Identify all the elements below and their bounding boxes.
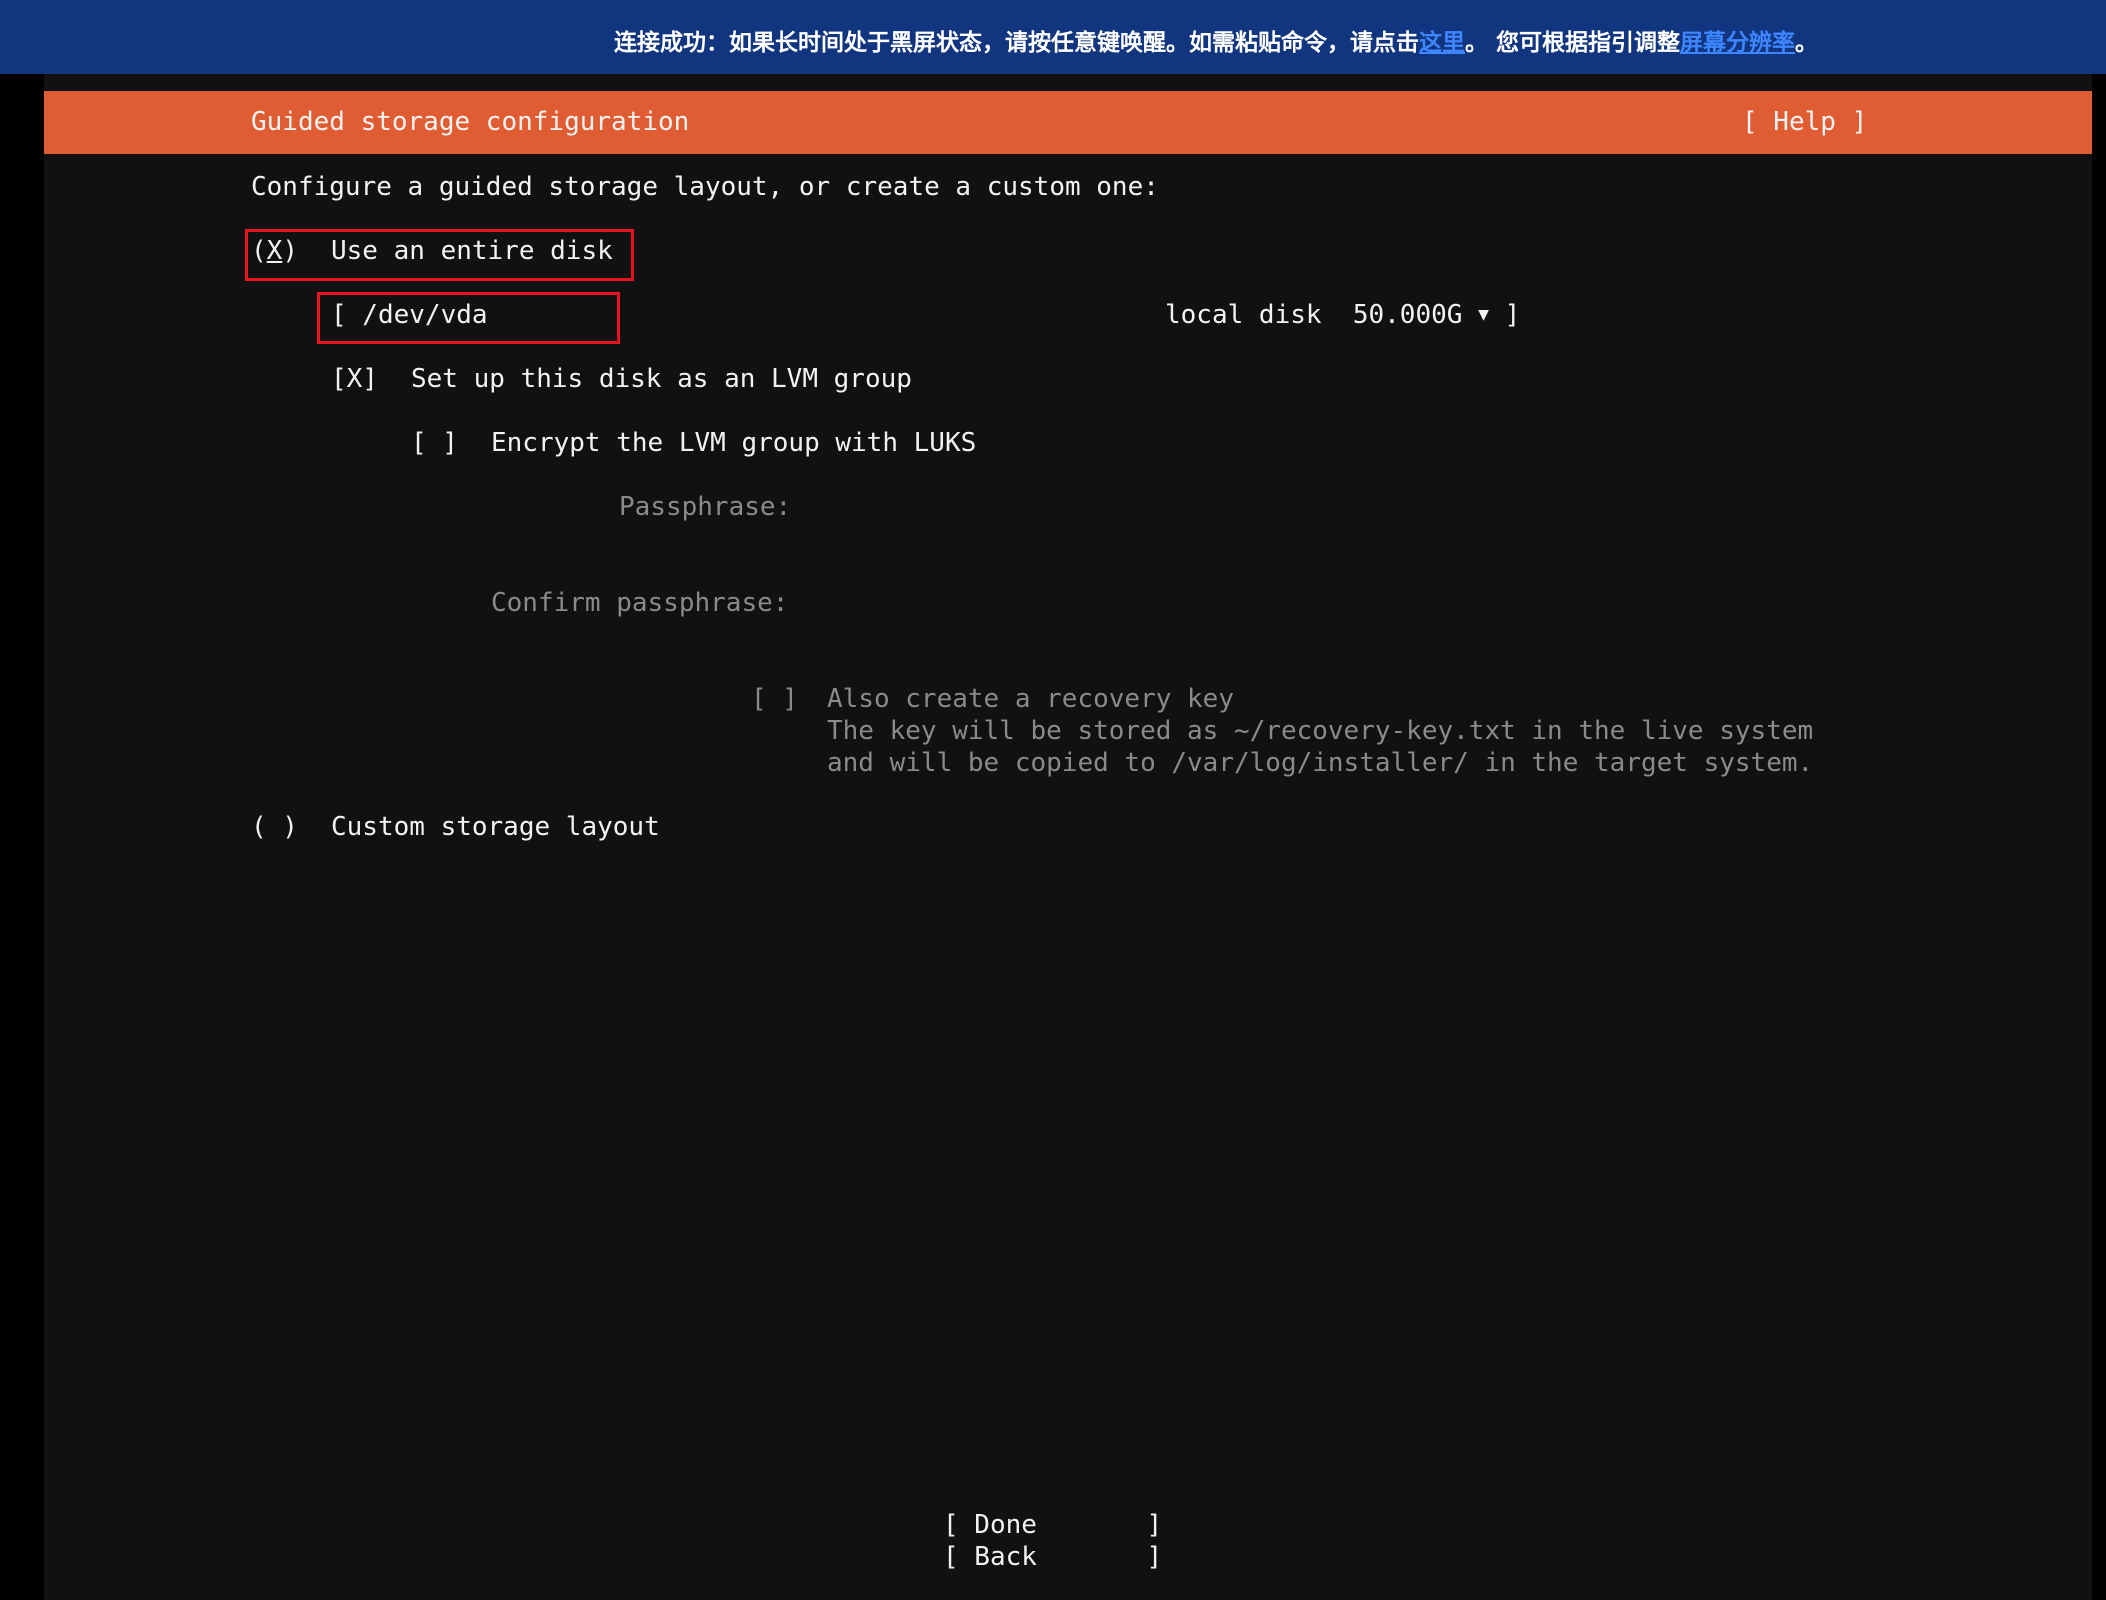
- help-button[interactable]: [ Help ]: [1742, 106, 1867, 138]
- custom-layout-label[interactable]: Custom storage layout: [331, 811, 660, 843]
- intro-text: Configure a guided storage layout, or cr…: [251, 172, 1159, 202]
- passphrase-label: Passphrase:: [619, 492, 792, 522]
- recovery-key-checkbox: [ ]: [751, 684, 798, 714]
- radio-mark: X: [266, 236, 283, 266]
- installer-screen: Guided storage configuration [ Help ] Co…: [44, 74, 2092, 1600]
- confirm-passphrase-label: Confirm passphrase:: [491, 588, 789, 618]
- lvm-label[interactable]: Set up this disk as an LVM group: [411, 363, 912, 395]
- disk-device-select[interactable]: [ /dev/vda: [331, 299, 488, 331]
- lvm-checkbox[interactable]: [X]: [331, 363, 378, 395]
- recovery-key-note-line1: The key will be stored as ~/recovery-key…: [827, 716, 1814, 746]
- disk-select-close: ]: [1504, 300, 1521, 330]
- entire-disk-radio[interactable]: (X): [251, 235, 298, 267]
- paste-command-link[interactable]: 这里: [1419, 30, 1465, 56]
- recovery-key-label: Also create a recovery key: [827, 684, 1234, 714]
- page-title: Guided storage configuration: [251, 107, 690, 137]
- chevron-down-icon: ▼: [1478, 304, 1489, 325]
- done-button[interactable]: [ Done ]: [943, 1509, 1162, 1541]
- radio-open: (: [251, 236, 267, 266]
- encrypt-checkbox[interactable]: [ ]: [411, 427, 458, 459]
- back-button[interactable]: [ Back ]: [943, 1541, 1162, 1573]
- banner-text-end: 。: [1795, 30, 1819, 56]
- disk-size-text: local disk 50.000G: [1165, 300, 1463, 330]
- disk-info[interactable]: local disk 50.000G ▼ ]: [1165, 299, 1520, 331]
- custom-layout-radio[interactable]: ( ): [251, 811, 298, 843]
- recovery-key-note-line2: and will be copied to /var/log/installer…: [827, 748, 1814, 778]
- connection-banner: 连接成功：如果长时间处于黑屏状态，请按任意键唤醒。如需粘贴命令，请点击这里。 您…: [0, 0, 2106, 74]
- banner-text-middle: 。 您可根据指引调整: [1465, 30, 1681, 56]
- encrypt-label[interactable]: Encrypt the LVM group with LUKS: [491, 427, 976, 459]
- entire-disk-label[interactable]: Use an entire disk: [331, 235, 613, 267]
- screen-resolution-link[interactable]: 屏幕分辨率: [1680, 30, 1795, 56]
- banner-text: 连接成功：如果长时间处于黑屏状态，请按任意键唤醒。如需粘贴命令，请点击: [614, 30, 1419, 56]
- radio-close: ): [282, 236, 298, 266]
